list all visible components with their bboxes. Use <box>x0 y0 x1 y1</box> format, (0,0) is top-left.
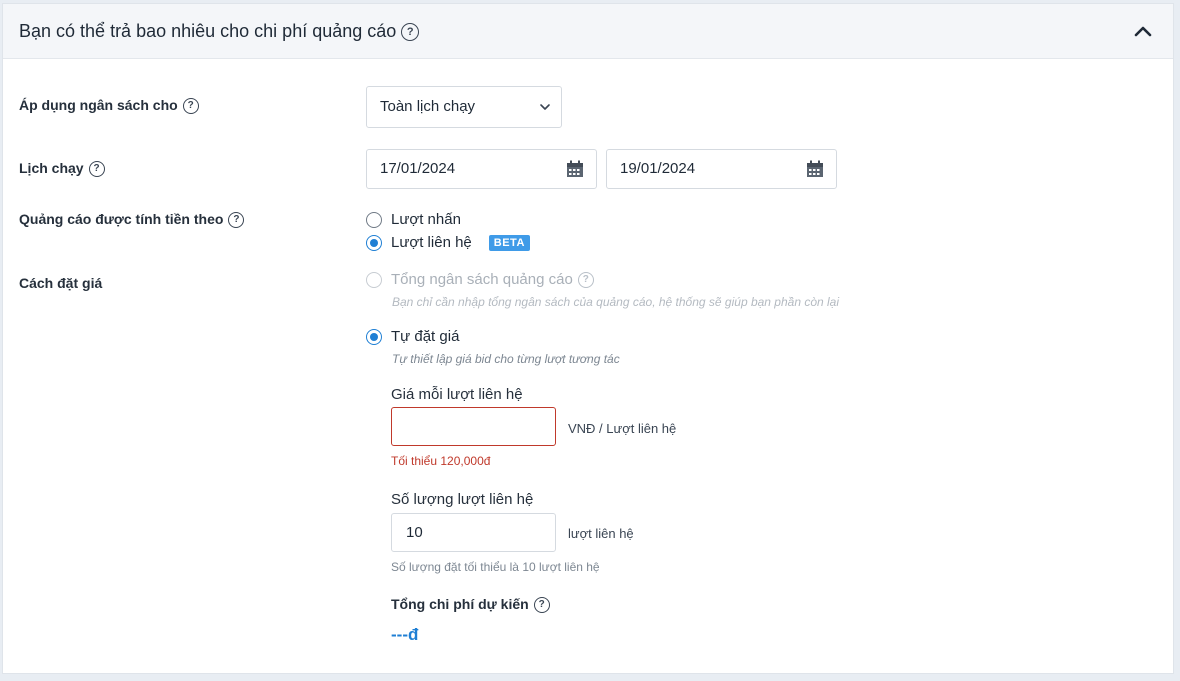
billing-option-clicks[interactable]: Lượt nhấn <box>366 211 461 228</box>
start-date-input[interactable]: 17/01/2024 <box>366 149 597 189</box>
price-error-message: Tối thiểu 120,000đ <box>391 454 491 468</box>
price-per-contact-label: Giá mỗi lượt liên hệ <box>391 386 523 403</box>
calendar-icon[interactable] <box>806 160 824 178</box>
contact-count-label: Số lượng lượt liên hệ <box>391 491 534 508</box>
end-date-value: 19/01/2024 <box>620 160 696 177</box>
schedule-label: Lịch chạy? <box>19 160 105 178</box>
panel-header[interactable]: Bạn có thể trả bao nhiêu cho chi phí quả… <box>3 4 1173 59</box>
billing-label: Quảng cáo được tính tiền theo? <box>19 211 245 229</box>
total-cost-value: ---đ <box>391 625 419 644</box>
radio-button <box>366 271 382 288</box>
billing-option-contacts[interactable]: Lượt liên hệ BETA <box>366 234 530 251</box>
chevron-down-icon <box>540 104 550 110</box>
radio-button[interactable] <box>366 211 382 228</box>
help-icon[interactable]: ? <box>533 597 550 614</box>
bidding-option-total-budget: Tổng ngân sách quảng cáo? <box>366 271 594 288</box>
help-icon[interactable]: ? <box>88 161 105 178</box>
help-icon[interactable]: ? <box>401 23 420 42</box>
total-cost-label: Tổng chi phí dự kiến? <box>391 596 550 614</box>
panel-title: Bạn có thể trả bao nhiêu cho chi phí quả… <box>19 21 420 42</box>
bidding-label: Cách đặt giá <box>19 275 103 291</box>
help-icon[interactable]: ? <box>228 212 245 229</box>
help-icon: ? <box>577 271 594 288</box>
radio-button[interactable] <box>366 328 382 345</box>
price-unit: VNĐ / Lượt liên hệ <box>568 421 677 436</box>
budget-panel: Bạn có thể trả bao nhiêu cho chi phí quả… <box>2 3 1174 674</box>
bidding-option-label: Tự đặt giá <box>391 328 460 345</box>
calendar-icon[interactable] <box>566 160 584 178</box>
budget-scope-label: Áp dụng ngân sách cho? <box>19 97 199 115</box>
bidding-option-hint: Bạn chỉ cần nhập tổng ngân sách của quản… <box>392 295 840 309</box>
radio-button[interactable] <box>366 234 382 251</box>
contact-count-unit: lượt liên hệ <box>568 526 634 541</box>
billing-option-label: Lượt nhấn <box>391 211 461 228</box>
end-date-input[interactable]: 19/01/2024 <box>606 149 837 189</box>
bidding-option-label: Tổng ngân sách quảng cáo <box>391 271 573 288</box>
chevron-up-icon[interactable] <box>1133 23 1153 39</box>
beta-badge: BETA <box>488 234 530 251</box>
bidding-option-hint: Tự thiết lập giá bid cho từng lượt tương… <box>392 352 620 366</box>
contact-count-hint: Số lượng đặt tối thiểu là 10 lượt liên h… <box>391 560 600 574</box>
panel-title-text: Bạn có thể trả bao nhiêu cho chi phí quả… <box>19 21 397 41</box>
billing-option-label: Lượt liên hệ <box>391 234 472 251</box>
price-per-contact-input[interactable] <box>391 407 556 446</box>
bidding-option-manual[interactable]: Tự đặt giá <box>366 328 459 345</box>
contact-count-input[interactable]: 10 <box>391 513 556 552</box>
budget-scope-value: Toàn lịch chạy <box>380 98 476 115</box>
budget-scope-select[interactable]: Toàn lịch chạy <box>366 86 562 128</box>
start-date-value: 17/01/2024 <box>380 160 456 177</box>
help-icon[interactable]: ? <box>182 98 199 115</box>
